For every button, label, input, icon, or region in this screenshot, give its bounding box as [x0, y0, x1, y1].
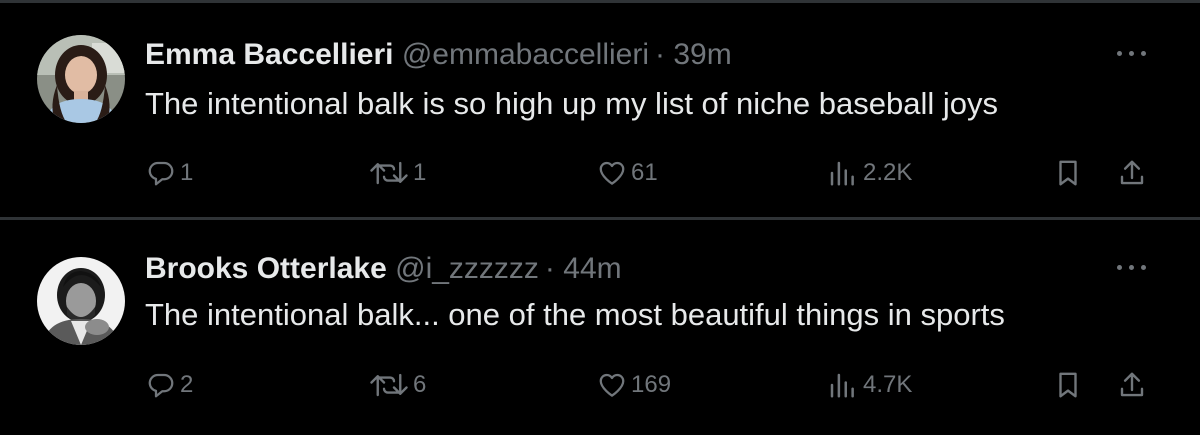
bookmark-button[interactable]	[1053, 153, 1083, 193]
display-name[interactable]: Emma Baccellieri	[145, 38, 393, 71]
reply-count: 2	[180, 371, 194, 398]
share-button[interactable]	[1117, 153, 1147, 193]
tweet-text: The intentional balk is so high up my li…	[145, 86, 998, 121]
views-button[interactable]: 2.2K	[825, 153, 912, 193]
reply-count: 1	[180, 159, 194, 186]
more-icon[interactable]	[1117, 262, 1147, 274]
views-icon	[830, 161, 854, 186]
share-icon	[1120, 160, 1144, 185]
heart-icon	[599, 373, 625, 397]
reply-button[interactable]: 1	[146, 153, 193, 193]
share-icon	[1120, 372, 1144, 397]
separator: ·	[544, 252, 555, 285]
user-handle[interactable]: @i_zzzzzz	[395, 252, 539, 285]
views-count: 4.7K	[863, 371, 913, 398]
views-count: 2.2K	[863, 159, 913, 186]
tweet-text: The intentional balk... one of the most …	[145, 297, 1005, 332]
timestamp[interactable]: 39m	[673, 38, 731, 71]
retweet-button[interactable]: 1	[369, 153, 426, 193]
retweet-icon	[370, 161, 408, 185]
like-count: 169	[631, 371, 672, 398]
bookmark-button[interactable]	[1053, 365, 1083, 405]
tweet-header: Brooks Otterlake @i_zzzzzz · 44m	[145, 251, 622, 287]
tweet[interactable]: Emma Baccellieri @emmabaccellieri · 39m T…	[0, 3, 1200, 218]
bookmark-icon	[1059, 372, 1077, 398]
avatar[interactable]	[37, 257, 125, 345]
tweet[interactable]: Brooks Otterlake @i_zzzzzz · 44m The inte…	[0, 220, 1200, 435]
heart-icon	[599, 161, 625, 185]
reply-icon	[148, 373, 174, 398]
user-handle[interactable]: @emmabaccellieri	[402, 38, 649, 71]
like-count: 61	[631, 159, 658, 186]
like-button[interactable]: 61	[597, 153, 658, 193]
retweet-count: 6	[413, 371, 427, 398]
views-button[interactable]: 4.7K	[825, 365, 912, 405]
retweet-button[interactable]: 6	[369, 365, 426, 405]
retweet-count: 1	[413, 159, 427, 186]
tweet-header: Emma Baccellieri @emmabaccellieri · 39m	[145, 37, 732, 73]
avatar[interactable]	[37, 35, 125, 123]
reply-button[interactable]: 2	[146, 365, 193, 405]
retweet-icon	[370, 373, 408, 397]
share-button[interactable]	[1117, 365, 1147, 405]
timestamp[interactable]: 44m	[563, 252, 621, 285]
more-icon[interactable]	[1117, 48, 1147, 60]
like-button[interactable]: 169	[597, 365, 671, 405]
views-icon	[830, 373, 854, 398]
bookmark-icon	[1059, 160, 1077, 186]
display-name[interactable]: Brooks Otterlake	[145, 252, 387, 285]
reply-icon	[148, 161, 174, 186]
separator: ·	[655, 38, 666, 71]
